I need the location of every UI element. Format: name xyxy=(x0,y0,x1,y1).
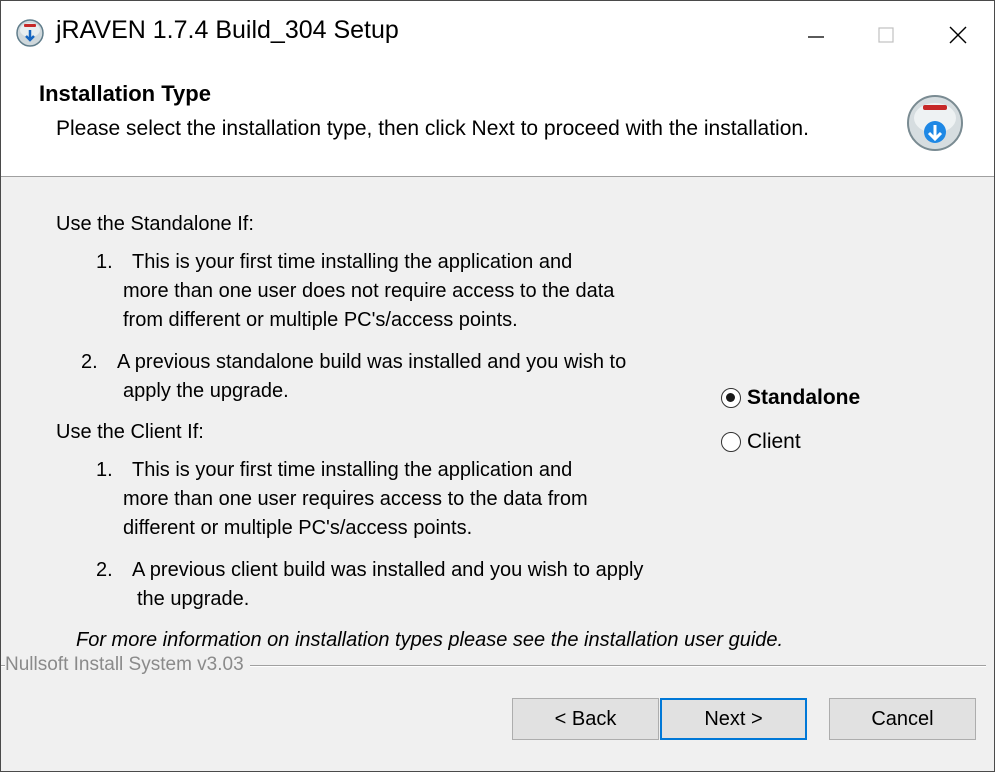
maximize-button[interactable] xyxy=(851,1,921,69)
installer-download-icon xyxy=(907,95,963,151)
client-radio[interactable]: Client xyxy=(721,430,801,454)
client-item-1-number: 1. xyxy=(96,459,113,481)
standalone-radio[interactable]: Standalone xyxy=(721,386,860,410)
standalone-item-1-line-2: more than one user does not require acce… xyxy=(123,280,615,302)
client-item-2-line-1: A previous client build was installed an… xyxy=(132,559,644,581)
radio-checked-icon xyxy=(721,388,741,408)
standalone-heading: Use the Standalone If: xyxy=(56,213,254,235)
standalone-item-2-number: 2. xyxy=(81,351,98,373)
client-heading: Use the Client If: xyxy=(56,421,204,443)
client-item-2-line-2: the upgrade. xyxy=(137,588,250,610)
info-note: For more information on installation typ… xyxy=(76,629,784,651)
next-button[interactable]: Next > xyxy=(660,698,807,740)
standalone-item-2-line-2: apply the upgrade. xyxy=(123,380,289,402)
client-item-2-number: 2. xyxy=(96,559,113,581)
standalone-item-1-number: 1. xyxy=(96,251,113,273)
back-button[interactable]: < Back xyxy=(512,698,659,740)
maximize-icon xyxy=(878,27,894,43)
page-title: Installation Type xyxy=(39,81,211,106)
setup-window: jRAVEN 1.7.4 Build_304 Setup Installatio… xyxy=(0,0,995,772)
client-item-1-line-2: more than one user requires access to th… xyxy=(123,488,588,510)
standalone-item-1-line-1: This is your first time installing the a… xyxy=(132,251,573,273)
standalone-radio-label: Standalone xyxy=(747,386,861,409)
client-item-1-line-3: different or multiple PC's/access points… xyxy=(123,517,473,539)
standalone-item-1-line-3: from different or multiple PC's/access p… xyxy=(123,309,518,331)
close-icon xyxy=(949,26,967,44)
cancel-button[interactable]: Cancel xyxy=(829,698,976,740)
standalone-item-2-line-1: A previous standalone build was installe… xyxy=(117,351,627,373)
window-title: jRAVEN 1.7.4 Build_304 Setup xyxy=(56,16,399,44)
page-header: Installation Type Please select the inst… xyxy=(1,69,994,177)
client-item-1-line-1: This is your first time installing the a… xyxy=(132,459,573,481)
minimize-button[interactable] xyxy=(781,1,851,69)
minimize-icon xyxy=(808,36,824,38)
branding-separator: Nullsoft Install System v3.03 xyxy=(1,652,994,678)
branding-text: Nullsoft Install System v3.03 xyxy=(5,654,250,676)
page-subtitle: Please select the installation type, the… xyxy=(56,117,809,140)
client-radio-label: Client xyxy=(747,430,801,453)
close-button[interactable] xyxy=(923,1,993,69)
app-installer-icon xyxy=(16,19,44,47)
radio-unchecked-icon xyxy=(721,432,741,452)
title-bar: jRAVEN 1.7.4 Build_304 Setup xyxy=(1,1,994,69)
